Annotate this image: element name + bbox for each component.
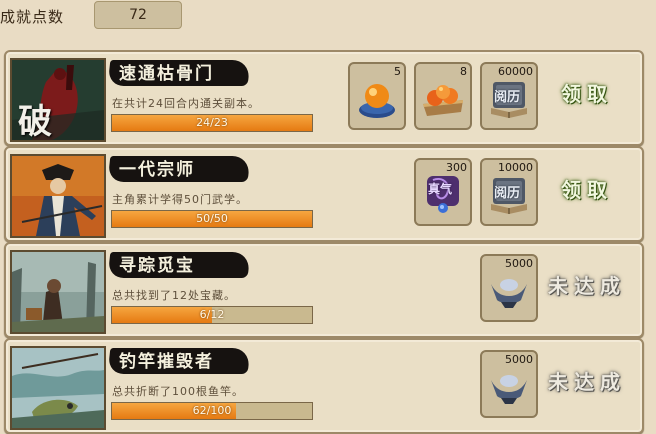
achievement-title: 速通枯骨门 xyxy=(119,64,214,84)
achievement-title-banner: 一代宗师 xyxy=(107,154,251,186)
score-label: 成就点数 xyxy=(0,8,65,26)
reward-slot[interactable]: 300 真气 xyxy=(414,158,472,226)
orange-orb-icon xyxy=(359,84,395,118)
achievement-art xyxy=(10,250,106,334)
achievement-row: 一代宗师 主角累计学得50门武学。 50/50 300 真气 10000 阅历 … xyxy=(4,146,644,242)
treasure-forest-art xyxy=(12,252,104,332)
achievement-row: 钓竿摧毁者 总共折断了100根鱼竿。 62/100 5000 未达成 xyxy=(4,338,644,434)
achievement-art: 破 xyxy=(10,58,106,142)
not-achieved-status: 未达成 xyxy=(548,274,626,298)
fishing-scene-art xyxy=(12,348,104,428)
progress-bar: 6/12 xyxy=(111,306,313,324)
not-achieved-status: 未达成 xyxy=(548,370,626,394)
progress-bar: 24/23 xyxy=(111,114,313,132)
reward-icon-label: 阅历 xyxy=(494,90,521,105)
achievement-description: 在共计24回合内通关副本。 xyxy=(112,97,260,110)
progress-text: 50/50 xyxy=(196,212,228,225)
achievement-row: 破 速通枯骨门 在共计24回合内通关副本。 24/23 5 8 60000 阅历… xyxy=(4,50,644,146)
achievement-art xyxy=(10,346,106,430)
progress-text: 24/23 xyxy=(196,116,228,129)
art-calligraphy: 破 xyxy=(18,102,52,142)
achievement-description: 总共折断了100根鱼竿。 xyxy=(112,385,244,398)
progress-text: 62/100 xyxy=(192,404,232,417)
achievement-description: 总共找到了12处宝藏。 xyxy=(112,289,236,302)
score-value: 72 xyxy=(94,1,182,29)
reward-icon-label: 真气 xyxy=(428,182,453,196)
achievement-title-banner: 钓竿摧毁者 xyxy=(107,346,251,378)
reward-icon-label: 阅历 xyxy=(494,186,521,201)
claim-button[interactable]: 领取 xyxy=(544,168,630,212)
reward-slot[interactable]: 5000 xyxy=(480,254,538,322)
claim-button[interactable]: 领取 xyxy=(544,72,630,116)
master-figure-art xyxy=(12,156,104,236)
achievement-description: 主角累计学得50门武学。 xyxy=(112,193,248,206)
reward-slot[interactable]: 60000 阅历 xyxy=(480,62,538,130)
achievement-art xyxy=(10,154,106,238)
achievement-title-banner: 寻踪觅宝 xyxy=(107,250,251,282)
reward-slot[interactable]: 10000 阅历 xyxy=(480,158,538,226)
progress-bar: 50/50 xyxy=(111,210,313,228)
achievement-title: 寻踪觅宝 xyxy=(119,256,195,276)
achievement-row: 寻踪觅宝 总共找到了12处宝藏。 6/12 5000 未达成 xyxy=(4,242,644,338)
orange-fruit-plate-icon xyxy=(423,85,463,116)
score-header: 成就点数 72 xyxy=(0,0,656,36)
progress-bar: 62/100 xyxy=(111,402,313,420)
reward-slot[interactable]: 5000 xyxy=(480,350,538,418)
reward-slot[interactable]: 8 xyxy=(414,62,472,130)
achievement-title: 一代宗师 xyxy=(119,160,195,180)
silver-ingot-icon xyxy=(491,279,527,308)
achievement-title: 钓竿摧毁者 xyxy=(119,352,214,372)
progress-text: 6/12 xyxy=(199,308,225,321)
reward-slot[interactable]: 5 xyxy=(348,62,406,130)
achievement-title-banner: 速通枯骨门 xyxy=(107,58,251,90)
silver-ingot-icon xyxy=(491,375,527,404)
